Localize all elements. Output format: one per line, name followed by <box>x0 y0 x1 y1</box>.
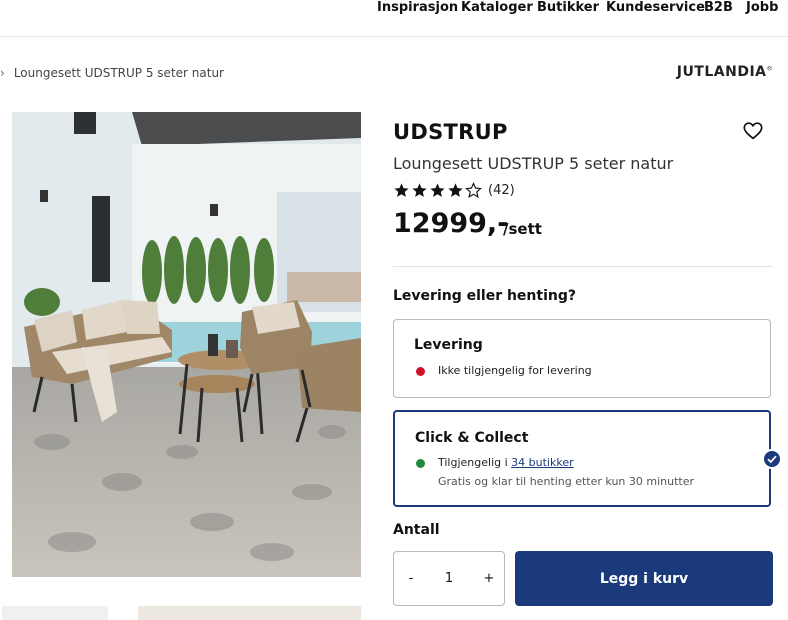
product-price: 12999,- <box>393 208 509 239</box>
quantity-increase-button[interactable]: + <box>474 552 504 605</box>
thumbnail-2[interactable] <box>138 606 361 620</box>
quantity-stepper: - 1 + <box>393 551 505 606</box>
checkmark-icon <box>762 449 782 469</box>
star-icon <box>412 182 427 197</box>
nav-item-b2b[interactable]: B2B <box>704 0 733 15</box>
stores-link[interactable]: 34 butikker <box>511 456 573 469</box>
divider <box>393 266 773 267</box>
option-status: Ikke tilgjengelig for levering <box>438 364 592 377</box>
nav-item-kataloger[interactable]: Kataloger <box>461 0 533 15</box>
breadcrumb: › Loungesett UDSTRUP 5 seter natur <box>0 66 224 80</box>
star-icon <box>430 182 445 197</box>
available-status-dot <box>416 459 425 468</box>
review-count[interactable]: (42) <box>488 183 515 198</box>
rating[interactable]: (42) <box>393 181 515 199</box>
top-navigation: Inspirasjon Kataloger Butikker Kundeserv… <box>0 0 788 37</box>
option-status: Tilgjengelig i 34 butikker <box>438 456 574 469</box>
star-outline-icon <box>465 181 482 198</box>
chevron-right-icon: › <box>0 66 5 80</box>
star-icon <box>394 182 409 197</box>
product-name: Loungesett UDSTRUP 5 seter natur <box>393 154 674 173</box>
delivery-heading: Levering eller henting? <box>393 288 576 304</box>
heart-icon[interactable] <box>742 120 764 142</box>
quantity-decrease-button[interactable]: - <box>396 552 426 605</box>
quantity-value[interactable]: 1 <box>430 552 468 605</box>
product-photo <box>12 112 361 577</box>
add-to-cart-button[interactable]: Legg i kurv <box>515 551 773 606</box>
price-unit: /sett <box>503 220 542 238</box>
nav-item-inspirasjon[interactable]: Inspirasjon <box>377 0 458 15</box>
option-title: Click & Collect <box>415 430 529 446</box>
breadcrumb-current[interactable]: Loungesett UDSTRUP 5 seter natur <box>14 66 224 80</box>
unavailable-status-dot <box>416 367 425 376</box>
product-image[interactable] <box>12 112 361 577</box>
brand-logo[interactable]: JUTLANDIA® <box>677 64 773 80</box>
delivery-option-click-collect[interactable]: Click & Collect Tilgjengelig i 34 butikk… <box>393 410 771 507</box>
quantity-label: Antall <box>393 522 440 538</box>
nav-item-kundeservice[interactable]: Kundeservice <box>606 0 705 15</box>
delivery-option-levering[interactable]: Levering Ikke tilgjengelig for levering <box>393 319 771 398</box>
thumbnail-1[interactable] <box>2 606 108 620</box>
nav-item-jobb[interactable]: Jobb <box>746 0 778 15</box>
star-icon <box>448 182 463 197</box>
nav-item-butikker[interactable]: Butikker <box>537 0 599 15</box>
option-note: Gratis og klar til henting etter kun 30 … <box>438 475 695 488</box>
option-title: Levering <box>414 337 483 353</box>
product-brand: UDSTRUP <box>393 120 508 144</box>
